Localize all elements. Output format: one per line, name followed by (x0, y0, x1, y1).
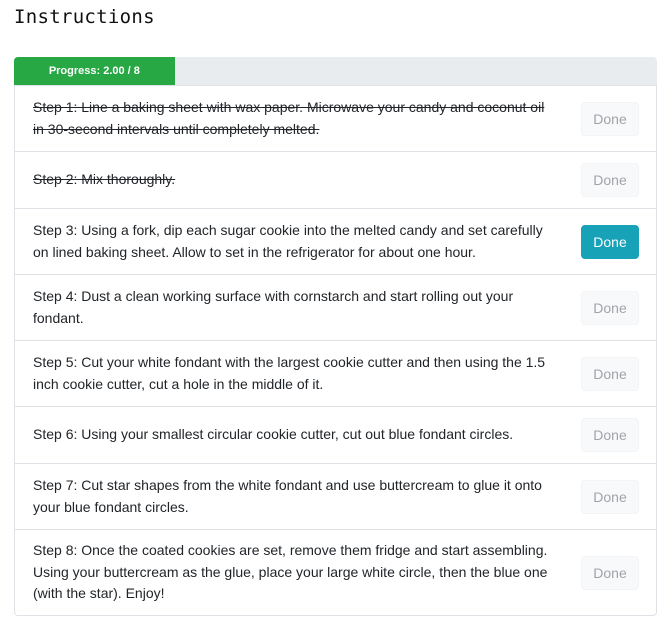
step-text-1: Step 1: Line a baking sheet with wax pap… (33, 99, 545, 137)
progress-bar: Progress: 2.00 / 8 (14, 57, 657, 85)
step-text-7: Step 7: Cut star shapes from the white f… (33, 477, 542, 515)
page-title: Instructions (14, 6, 155, 28)
progress-fill: Progress: 2.00 / 8 (14, 57, 175, 85)
step-row-8: Step 8: Once the coated cookies are set,… (15, 529, 656, 615)
step-row-3: Step 3: Using a fork, dip each sugar coo… (15, 208, 656, 274)
step-text-8: Step 8: Once the coated cookies are set,… (33, 542, 548, 602)
step-row-4: Step 4: Dust a clean working surface wit… (15, 274, 656, 340)
done-button-8[interactable]: Done (581, 555, 639, 590)
step-row-1: Step 1: Line a baking sheet with wax pap… (15, 85, 656, 151)
step-row-7: Step 7: Cut star shapes from the white f… (15, 463, 656, 529)
steps-list: Step 1: Line a baking sheet with wax pap… (14, 85, 657, 616)
step-text-2: Step 2: Mix thoroughly. (33, 171, 176, 188)
done-button-7[interactable]: Done (581, 479, 639, 514)
done-button-5[interactable]: Done (581, 356, 639, 391)
step-text-4: Step 4: Dust a clean working surface wit… (33, 288, 514, 326)
step-text-6: Step 6: Using your smallest circular coo… (33, 426, 514, 443)
done-button-4[interactable]: Done (581, 290, 639, 325)
done-button-6[interactable]: Done (581, 418, 639, 452)
step-text-5: Step 5: Cut your white fondant with the … (33, 354, 546, 392)
step-row-6: Step 6: Using your smallest circular coo… (15, 406, 656, 463)
step-row-5: Step 5: Cut your white fondant with the … (15, 340, 656, 406)
done-button-1[interactable]: Done (581, 101, 639, 136)
done-button-3[interactable]: Done (581, 224, 639, 259)
step-row-2: Step 2: Mix thoroughly. Done (15, 151, 656, 208)
done-button-2[interactable]: Done (581, 163, 639, 197)
step-text-3: Step 3: Using a fork, dip each sugar coo… (33, 222, 543, 260)
